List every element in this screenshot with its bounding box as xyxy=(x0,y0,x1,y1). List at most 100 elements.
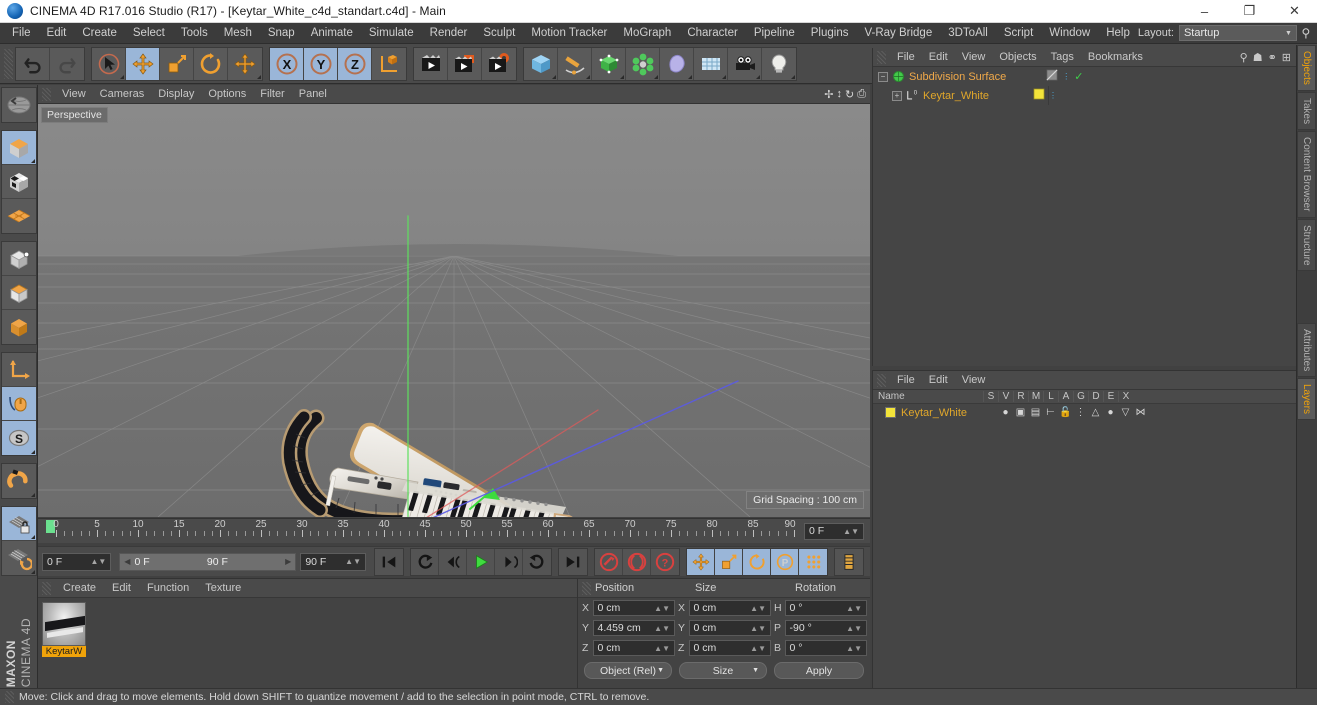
menu-item-edit[interactable]: Edit xyxy=(39,23,75,44)
material-thumbnail[interactable] xyxy=(42,602,86,646)
playbar-end-field[interactable]: 90 F ▲▼ xyxy=(300,552,367,571)
position-y-field[interactable]: 4.459 cm ▲▼ xyxy=(592,620,675,636)
snap-magnet-icon[interactable] xyxy=(1,464,36,498)
z-axis-icon[interactable]: Z xyxy=(338,47,372,80)
spinner-icon[interactable]: ▲▼ xyxy=(846,604,862,613)
checkmark-icon[interactable]: ✓ xyxy=(1074,70,1083,83)
menu-item-select[interactable]: Select xyxy=(125,23,173,44)
coordinate-mode-dropdown[interactable]: Object (Rel) ▼ xyxy=(584,662,672,679)
lock-workplane-icon[interactable] xyxy=(1,507,36,541)
menu-item-tools[interactable]: Tools xyxy=(173,23,216,44)
key-pla-icon[interactable] xyxy=(799,548,828,575)
menu-item-create[interactable]: Create xyxy=(74,23,125,44)
move-alt-icon[interactable] xyxy=(228,47,262,80)
tab-layers[interactable]: Layers xyxy=(1297,378,1316,421)
play-reverse-loop-icon[interactable] xyxy=(411,548,440,575)
size-y-field[interactable]: 0 cm ▲▼ xyxy=(688,620,771,636)
fit-icon[interactable]: ⊞ xyxy=(1282,51,1291,64)
timeline-current-frame-field[interactable]: 0 F ▲▼ xyxy=(804,522,864,540)
minimize-button[interactable]: – xyxy=(1182,0,1227,23)
tab-structure[interactable]: Structure xyxy=(1297,218,1316,272)
rotation-b-field[interactable]: 0 ° ▲▼ xyxy=(784,640,867,656)
spinner-icon[interactable]: ▲▼ xyxy=(750,604,766,613)
move-icon[interactable] xyxy=(126,47,160,80)
yellow-material-tag[interactable] xyxy=(1033,88,1045,103)
viewport-menu-filter[interactable]: Filter xyxy=(253,85,291,104)
menu-item-animate[interactable]: Animate xyxy=(303,23,361,44)
dots-icon[interactable]: ⋮ xyxy=(1049,91,1057,100)
status-bar-grip[interactable] xyxy=(5,691,14,703)
key-scale-icon[interactable] xyxy=(715,548,744,575)
polygon-mode-icon[interactable] xyxy=(1,199,36,233)
object-menu-objects[interactable]: Objects xyxy=(992,48,1043,67)
menu-item-help[interactable]: Help xyxy=(1098,23,1138,44)
camera-icon[interactable] xyxy=(728,47,762,80)
render-region-icon[interactable] xyxy=(448,47,482,80)
material-item[interactable]: KeytarW xyxy=(42,602,86,657)
spinner-icon[interactable]: ▲▼ xyxy=(90,557,106,566)
menu-item-mograph[interactable]: MoGraph xyxy=(615,23,679,44)
material-menu-create[interactable]: Create xyxy=(55,579,104,598)
timeline-ruler[interactable]: 0 5 10 15 20 25 30 35 40 45 50 55 60 65 … xyxy=(46,519,798,544)
pan-icon[interactable]: ✢ xyxy=(824,88,833,101)
menu-item-plugins[interactable]: Plugins xyxy=(803,23,857,44)
spinner-icon[interactable]: ▲▼ xyxy=(345,557,361,566)
viewport-menu-display[interactable]: Display xyxy=(151,85,201,104)
menu-item-simulate[interactable]: Simulate xyxy=(361,23,422,44)
render-view-icon[interactable] xyxy=(414,47,448,80)
tab-objects[interactable]: Objects xyxy=(1297,45,1316,91)
material-menu-function[interactable]: Function xyxy=(139,579,197,598)
object-menu-bookmarks[interactable]: Bookmarks xyxy=(1081,48,1150,67)
loop-icon[interactable] xyxy=(523,548,552,575)
layer-menu-view[interactable]: View xyxy=(955,371,993,390)
object-row-subdivision-surface[interactable]: − Subdivision Surface ⋮ ✓ xyxy=(873,67,1296,86)
viewport-canvas[interactable]: Y Z X Perspective Grid Spacing : 100 cm xyxy=(38,104,870,517)
autokey-icon[interactable] xyxy=(623,548,652,575)
spinner-icon[interactable]: ▲▼ xyxy=(654,644,670,653)
tab-content-browser[interactable]: Content Browser xyxy=(1297,131,1316,218)
viewport-menu-view[interactable]: View xyxy=(55,85,93,104)
spinner-icon[interactable]: ▲▼ xyxy=(843,527,859,536)
generator-icon[interactable]: △ xyxy=(1088,407,1103,418)
go-to-end-icon[interactable] xyxy=(559,548,588,575)
position-x-field[interactable]: 0 cm ▲▼ xyxy=(592,600,675,616)
playback-range-slider[interactable]: ◀ 0 F 90 F ▶ xyxy=(119,552,297,571)
rotation-h-field[interactable]: 0 ° ▲▼ xyxy=(784,600,867,616)
spinner-icon[interactable]: ▲▼ xyxy=(846,624,862,633)
key-parameter-icon[interactable]: P xyxy=(771,548,800,575)
light-icon[interactable] xyxy=(762,47,796,80)
edge-mode-icon[interactable] xyxy=(1,276,36,310)
material-menu-edit[interactable]: Edit xyxy=(104,579,139,598)
undo-view-icon[interactable] xyxy=(1,88,36,122)
spinner-icon[interactable]: ▲▼ xyxy=(846,644,862,653)
size-x-field[interactable]: 0 cm ▲▼ xyxy=(688,600,771,616)
deformer-bend-icon[interactable] xyxy=(660,47,694,80)
tab-takes[interactable]: Takes xyxy=(1297,91,1316,131)
polygon-face-mode-icon[interactable] xyxy=(1,310,36,344)
expand-toggle-icon[interactable]: − xyxy=(878,71,888,82)
range-left-arrow-icon[interactable]: ◀ xyxy=(124,557,130,566)
close-button[interactable]: ✕ xyxy=(1272,0,1317,23)
viewport-menu-cameras[interactable]: Cameras xyxy=(93,85,152,104)
expression-icon[interactable]: ▽ xyxy=(1118,407,1133,418)
menu-item-motion-tracker[interactable]: Motion Tracker xyxy=(523,23,615,44)
rotate-view-icon[interactable]: ↻ xyxy=(845,88,854,101)
go-to-start-icon[interactable] xyxy=(375,548,404,575)
deformer-icon[interactable]: ● xyxy=(1103,407,1118,418)
viewport-menu-options[interactable]: Options xyxy=(201,85,253,104)
home-icon[interactable]: ☗ xyxy=(1253,51,1263,64)
world-object-axis-icon[interactable] xyxy=(372,47,406,80)
viewport-menu-panel[interactable]: Panel xyxy=(292,85,334,104)
coordinates-grip[interactable] xyxy=(582,581,591,595)
layer-color-swatch[interactable] xyxy=(885,407,896,418)
spinner-icon[interactable]: ▲▼ xyxy=(654,604,670,613)
undo-icon[interactable] xyxy=(16,47,50,80)
visible-icon[interactable]: ▣ xyxy=(1013,407,1028,418)
x-axis-icon[interactable]: X xyxy=(270,47,304,80)
search-icon[interactable]: ⚲ xyxy=(1240,51,1248,64)
live-selection-icon[interactable] xyxy=(92,47,126,80)
link-icon[interactable]: ⚭ xyxy=(1268,51,1277,64)
search-icon[interactable]: ⚲ xyxy=(1297,26,1315,40)
timeline-view-icon[interactable] xyxy=(835,548,864,575)
object-manager-grip[interactable] xyxy=(877,50,886,64)
